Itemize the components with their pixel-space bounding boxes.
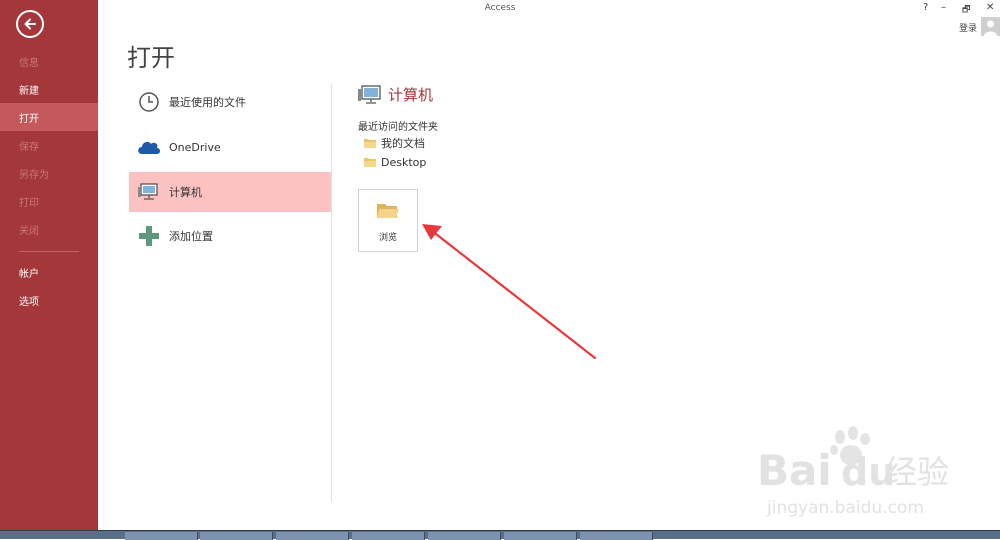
place-add-location[interactable]: 添加位置 [129, 216, 332, 256]
annotation-arrow [422, 224, 597, 360]
place-label: OneDrive [169, 140, 221, 154]
place-label: 计算机 [169, 186, 202, 199]
watermark-brand-cn: 经验 [885, 453, 949, 491]
place-computer[interactable]: 计算机 [129, 172, 332, 212]
watermark-brand: Bai [757, 446, 832, 495]
cloud-icon [133, 135, 165, 159]
computer-icon [358, 84, 382, 110]
folder-name: Desktop [381, 155, 427, 169]
folder-open-icon [377, 204, 399, 218]
plus-icon [133, 224, 165, 248]
folder-icon [364, 158, 376, 167]
backstage-sidebar: 信息 新建 打开 保存 另存为 打印 关闭 帐户 选项 [0, 0, 98, 539]
avatar[interactable] [981, 17, 1000, 36]
folder-icon [364, 139, 376, 148]
place-label: 最近使用的文件 [169, 96, 246, 109]
back-arrow-icon [24, 18, 36, 30]
folder-name: 我的文档 [381, 137, 425, 150]
place-label: 添加位置 [169, 230, 213, 243]
browse-button[interactable]: 浏览 [358, 189, 418, 252]
nav-save[interactable]: 保存 [0, 131, 98, 159]
clock-icon [133, 90, 165, 114]
watermark-url: jingyan.baidu.com [766, 498, 924, 518]
place-onedrive[interactable]: OneDrive [129, 127, 332, 167]
watermark: Bai du 经验 jingyan.baidu.com [745, 425, 995, 525]
nav-options[interactable]: 选项 [0, 286, 98, 314]
nav-account[interactable]: 帐户 [0, 258, 98, 286]
recent-folders-label: 最近访问的文件夹 [358, 122, 438, 133]
app-title: Access [484, 3, 516, 13]
nav-new[interactable]: 新建 [0, 75, 98, 103]
back-button[interactable] [16, 10, 44, 38]
browse-label: 浏览 [378, 233, 397, 243]
help-button[interactable]: ? [923, 2, 928, 13]
nav-save-as[interactable]: 另存为 [0, 159, 98, 187]
recent-folder-desktop[interactable]: Desktop [364, 154, 426, 170]
taskbar [0, 530, 1000, 540]
user-icon [984, 20, 997, 36]
nav-close[interactable]: 关闭 [0, 215, 98, 243]
place-recent[interactable]: 最近使用的文件 [129, 82, 332, 122]
computer-icon [133, 180, 165, 204]
close-button[interactable]: ✕ [986, 2, 994, 13]
nav-print[interactable]: 打印 [0, 187, 98, 215]
minimize-button[interactable]: – [941, 2, 946, 13]
page-title: 打开 [127, 44, 175, 72]
section-title: 计算机 [388, 86, 434, 104]
nav-info[interactable]: 信息 [0, 47, 98, 75]
nav-separator [19, 251, 79, 252]
panel-divider [331, 84, 332, 502]
restore-button[interactable]: 🗗 [962, 2, 970, 18]
sign-in-link[interactable]: 登录 [959, 21, 977, 34]
nav-open[interactable]: 打开 [0, 103, 98, 131]
recent-folder-my-documents[interactable]: 我的文档 [364, 135, 425, 151]
